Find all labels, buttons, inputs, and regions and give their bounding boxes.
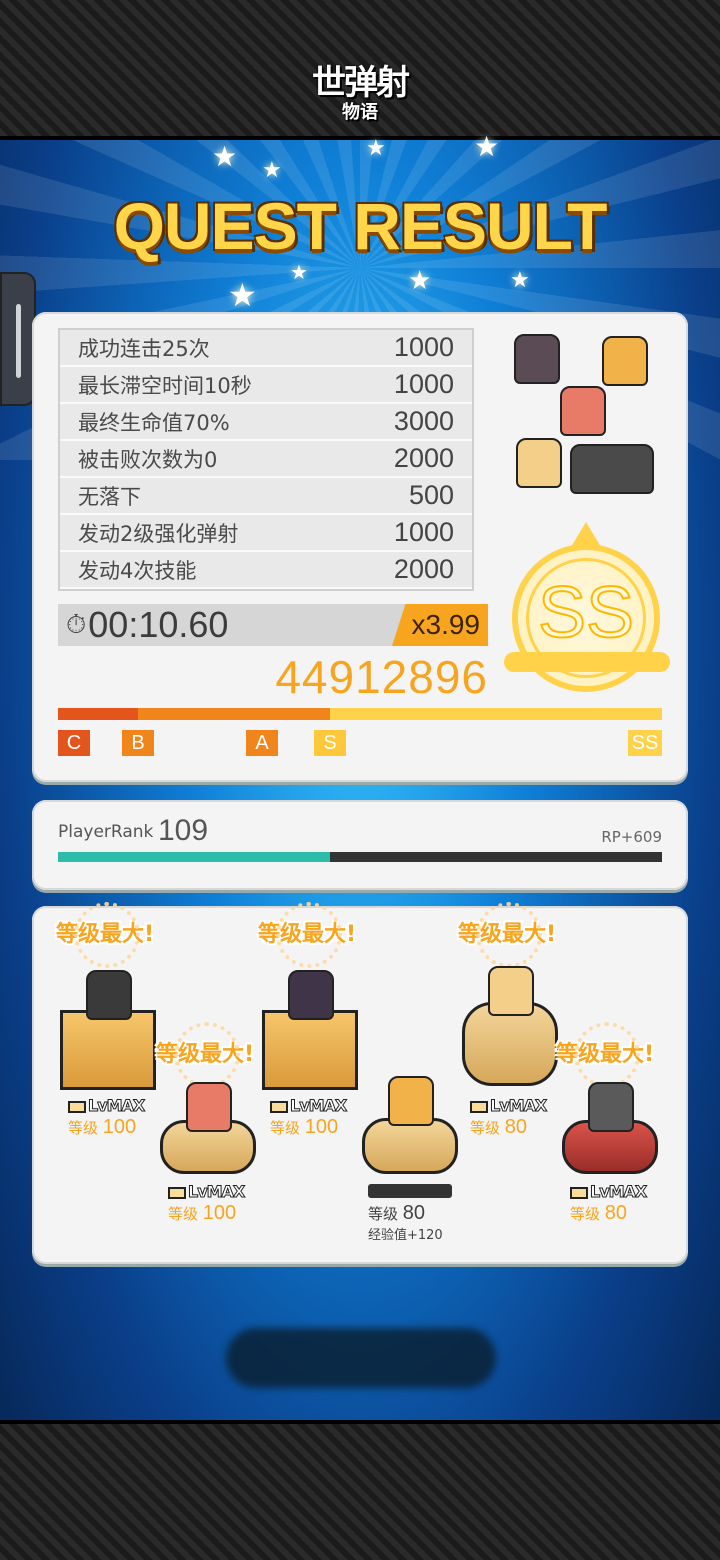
party-member-portrait bbox=[560, 386, 606, 436]
game-logo: 世弹射 物语 bbox=[312, 63, 410, 123]
background-blur-element bbox=[226, 1328, 496, 1388]
character-level: 等级 100 bbox=[68, 1116, 137, 1138]
bonus-label: 被击败次数为0 bbox=[78, 447, 218, 472]
player-rank-panel: PlayerRank 109 RP+609 bbox=[32, 800, 688, 890]
grade-mark-b: B bbox=[122, 730, 154, 756]
grade-segment-c bbox=[58, 708, 138, 720]
character-sprite bbox=[488, 966, 534, 1016]
bonus-points: 3000 bbox=[393, 406, 454, 436]
grade-mark-ss: SS bbox=[628, 730, 662, 756]
exp-progress-bar bbox=[368, 1184, 452, 1198]
grade-mark-s: S bbox=[314, 730, 346, 756]
bonus-row: 发动2级强化弹射 1000 bbox=[60, 515, 472, 552]
bonus-row: 最长滞空时间10秒 1000 bbox=[60, 367, 472, 404]
party-portraits bbox=[508, 326, 668, 506]
bonus-row: 成功连击25次 1000 bbox=[60, 330, 472, 367]
bonus-label: 最终生命值70% bbox=[78, 410, 230, 435]
bonus-row: 被击败次数为0 2000 bbox=[60, 441, 472, 478]
grade-mark-c: C bbox=[58, 730, 90, 756]
level-max-badge: 等级最大! bbox=[258, 902, 356, 968]
bonus-label: 发动4次技能 bbox=[78, 558, 197, 583]
bonus-points: 1000 bbox=[393, 332, 454, 362]
exp-gained: 经验值+120 bbox=[368, 1228, 443, 1243]
player-rank-value: 109 bbox=[158, 814, 209, 847]
party-member-portrait bbox=[514, 334, 560, 384]
bonus-label: 发动2级强化弹射 bbox=[78, 521, 239, 546]
bonus-label: 成功连击25次 bbox=[78, 336, 210, 361]
player-rank-label: PlayerRank bbox=[58, 822, 154, 842]
player-rank-progress-fill bbox=[58, 852, 330, 862]
bonus-row: 发动4次技能 2000 bbox=[60, 552, 472, 589]
score-multiplier: x3.99 bbox=[392, 604, 488, 646]
bonus-row: 最终生命值70% 3000 bbox=[60, 404, 472, 441]
character-sprite bbox=[388, 1076, 434, 1126]
character-sprite bbox=[186, 1082, 232, 1132]
bottom-footer-bar bbox=[0, 1420, 720, 1560]
grade-segment-b bbox=[138, 708, 330, 720]
lvmax-tag: LvMAX bbox=[570, 1182, 648, 1202]
bonus-points: 500 bbox=[408, 480, 454, 510]
character-pedestal bbox=[362, 1118, 458, 1174]
character-level: 等级 100 bbox=[270, 1116, 339, 1138]
bonus-row: 无落下 500 bbox=[60, 478, 472, 515]
character-level: 等级 80 bbox=[570, 1202, 628, 1224]
character-exp-panel: 等级最大! LvMAX 等级 100 等级最大! LvMAX 等级 100 等级… bbox=[32, 902, 688, 1264]
party-member-portrait bbox=[516, 438, 562, 488]
party-member-portrait bbox=[570, 444, 654, 494]
level-max-badge: 等级最大! bbox=[556, 1022, 654, 1088]
lvmax-tag: LvMAX bbox=[470, 1096, 548, 1116]
level-max-badge: 等级最大! bbox=[56, 902, 154, 968]
clear-time: 00:10.60 bbox=[88, 604, 229, 645]
party-member-portrait bbox=[602, 336, 648, 386]
character-level: 等级 80 bbox=[368, 1202, 426, 1224]
character-level: 等级 80 bbox=[470, 1116, 528, 1138]
player-rank-progress bbox=[58, 852, 662, 862]
lvmax-tag: LvMAX bbox=[68, 1096, 146, 1116]
stopwatch-icon: ⏱ bbox=[66, 609, 87, 640]
level-max-badge: 等级最大! bbox=[458, 902, 556, 968]
star-icon: ★ bbox=[510, 268, 530, 293]
character-pedestal bbox=[262, 1010, 358, 1090]
character-sprite bbox=[588, 1082, 634, 1132]
bonus-label: 最长滞空时间10秒 bbox=[78, 373, 252, 398]
side-drawer-handle[interactable] bbox=[0, 272, 36, 406]
grade-mark-a: A bbox=[246, 730, 278, 756]
quest-result-title: QUEST RESULT bbox=[113, 189, 608, 263]
star-icon: ★ bbox=[474, 130, 500, 163]
character-pedestal bbox=[60, 1010, 156, 1090]
star-icon: ★ bbox=[366, 136, 386, 161]
result-panel: 成功连击25次 1000 最长滞空时间10秒 1000 最终生命值70% 300… bbox=[32, 312, 688, 782]
star-icon: ★ bbox=[262, 158, 282, 183]
bonus-points: 1000 bbox=[393, 369, 454, 399]
lvmax-tag: LvMAX bbox=[168, 1182, 246, 1202]
bonus-points: 1000 bbox=[393, 517, 454, 547]
grade-progress-track bbox=[58, 708, 662, 720]
grade-ribbon bbox=[504, 652, 670, 672]
lvmax-tag: LvMAX bbox=[270, 1096, 348, 1116]
character-level: 等级 100 bbox=[168, 1202, 237, 1224]
bonus-points: 2000 bbox=[393, 554, 454, 584]
star-icon: ★ bbox=[228, 276, 257, 314]
bonus-label: 无落下 bbox=[78, 484, 141, 509]
grade-badge: SS bbox=[504, 522, 670, 694]
star-icon: ★ bbox=[408, 266, 432, 296]
bonus-table: 成功连击25次 1000 最长滞空时间10秒 1000 最终生命值70% 300… bbox=[58, 328, 474, 591]
star-icon: ★ bbox=[212, 140, 238, 173]
total-score: 44912896 bbox=[275, 651, 488, 703]
character-sprite bbox=[86, 970, 132, 1020]
bonus-points: 2000 bbox=[393, 443, 454, 473]
grade-letter: SS bbox=[537, 572, 635, 654]
level-max-badge: 等级最大! bbox=[156, 1022, 254, 1088]
rank-points-gained: RP+609 bbox=[601, 828, 662, 846]
character-sprite bbox=[288, 970, 334, 1020]
